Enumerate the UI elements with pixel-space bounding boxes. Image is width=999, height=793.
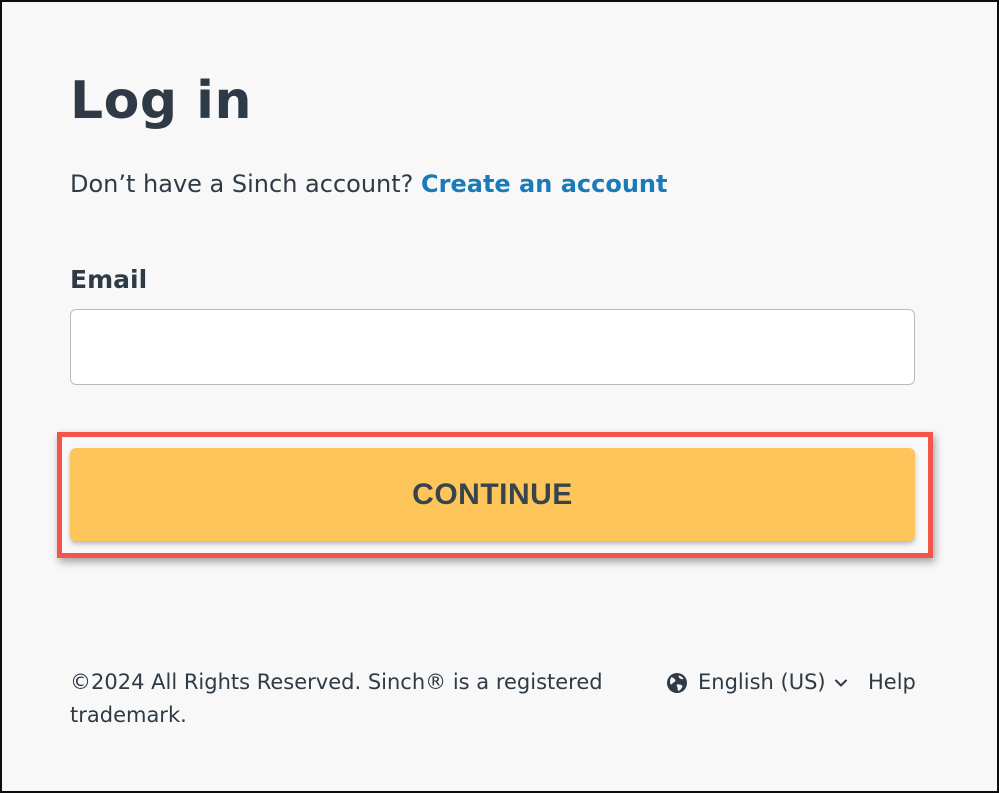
help-link[interactable]: Help [868, 666, 916, 699]
signup-prompt-text: Don’t have a Sinch account? [70, 170, 422, 198]
page-title: Log in [70, 71, 253, 131]
create-account-link[interactable]: Create an account [421, 170, 667, 198]
globe-icon [666, 672, 688, 694]
language-selector[interactable]: English (US) [666, 666, 848, 699]
continue-button[interactable]: CONTINUE [70, 448, 915, 541]
chevron-down-icon [834, 678, 848, 688]
language-label: English (US) [698, 670, 826, 694]
email-label: Email [70, 265, 148, 294]
email-field[interactable] [70, 309, 915, 385]
login-page: Log in Don’t have a Sinch account? Creat… [0, 0, 999, 793]
signup-prompt: Don’t have a Sinch account? Create an ac… [70, 168, 667, 200]
copyright-text: ©2024 All Rights Reserved. Sinch® is a r… [70, 670, 603, 727]
